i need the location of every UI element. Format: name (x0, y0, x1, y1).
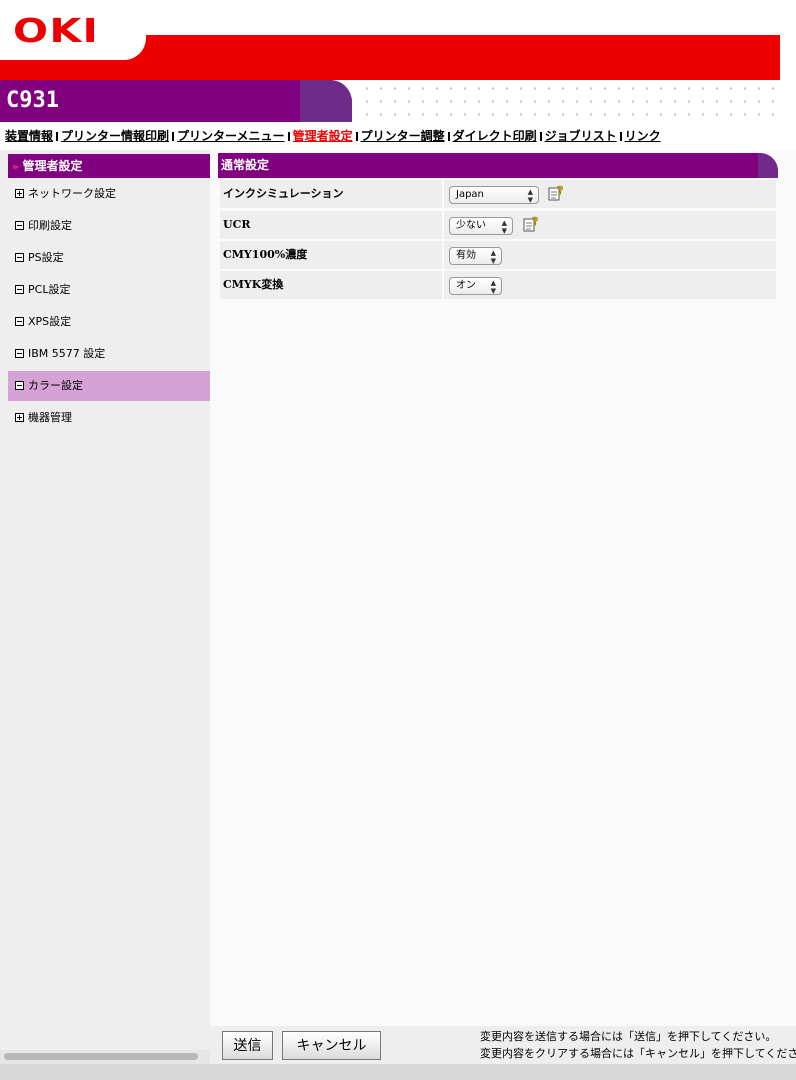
footer-note-submit: 変更内容を送信する場合には「送信」を押下してください。 (480, 1030, 777, 1043)
nav-printer-menu[interactable]: プリンターメニュー (177, 129, 285, 143)
window-bottom-strip (0, 1064, 796, 1080)
select-arrows-icon: ▲ ▼ (527, 188, 533, 204)
footer-bar: 送信 キャンセル 変更内容を送信する場合には「送信」を押下してください。 変更内… (210, 1026, 796, 1064)
setting-label: CMYK変換 (220, 271, 442, 299)
footer-note-cancel: 変更内容をクリアする場合には「キャンセル」を押下してください。 (480, 1047, 796, 1060)
setting-row-ink-simulation: インクシミュレーション Japan ▲ ▼ ? (220, 180, 776, 208)
nav-printer-adjust[interactable]: プリンター調整 (361, 129, 445, 143)
select-arrows-icon: ▲ ▼ (490, 249, 496, 265)
cmyk-conversion-select[interactable]: オン ▲ ▼ (449, 277, 502, 295)
setting-label: UCR (220, 211, 442, 239)
double-chevron-down-icon: » (12, 162, 19, 173)
sidebar-item-device-management[interactable]: 機器管理 (8, 403, 210, 433)
nav-admin-settings[interactable]: 管理者設定 (293, 129, 353, 143)
top-nav: 装置情報 プリンター情報印刷 プリンターメニュー 管理者設定 プリンター調整 ダイレクト印… (5, 127, 661, 145)
nav-device-info[interactable]: 装置情報 (5, 129, 53, 143)
select-arrows-icon: ▲ ▼ (490, 279, 496, 295)
submit-button[interactable]: 送信 (222, 1031, 273, 1060)
section-title: 通常設定 (221, 158, 270, 172)
sidebar: » 管理者設定 ネットワーク設定 印刷設定 PS設定 PCL設定 XPS設定 IB… (0, 150, 210, 1050)
help-note-icon[interactable]: ? (523, 215, 539, 233)
model-name: C931 (6, 88, 59, 113)
collapse-minus-icon (15, 221, 24, 230)
setting-row-cmy100-density: CMY100%濃度 有効 ▲ ▼ (220, 241, 776, 269)
svg-text:?: ? (557, 184, 563, 197)
sidebar-item-xps[interactable]: XPS設定 (8, 307, 210, 337)
oki-logo: OKI (13, 11, 100, 50)
section-header: 通常設定 (218, 153, 778, 178)
expand-plus-icon (15, 189, 24, 198)
dot-pattern (360, 82, 780, 122)
model-bar: C931 (0, 80, 352, 122)
collapse-minus-icon (15, 381, 24, 390)
sidebar-item-ps[interactable]: PS設定 (8, 243, 210, 273)
collapse-minus-icon (15, 317, 24, 326)
collapse-minus-icon (15, 253, 24, 262)
sidebar-header: » 管理者設定 (8, 154, 210, 178)
expand-plus-icon (15, 413, 24, 422)
collapse-minus-icon (15, 285, 24, 294)
logo-tab: OKI (0, 0, 146, 60)
nav-direct-print[interactable]: ダイレクト印刷 (453, 129, 537, 143)
nav-links[interactable]: リンク (625, 129, 661, 143)
main-content: 通常設定 インクシミュレーション Japan ▲ ▼ ? UCR 少ない ▲ ▼… (210, 150, 796, 1026)
sidebar-item-network[interactable]: ネットワーク設定 (8, 179, 210, 209)
svg-text:?: ? (532, 215, 538, 228)
sidebar-horizontal-scrollbar[interactable] (0, 1050, 210, 1064)
nav-job-list[interactable]: ジョブリスト (545, 129, 617, 143)
setting-label: インクシミュレーション (220, 180, 442, 208)
sidebar-item-pcl[interactable]: PCL設定 (8, 275, 210, 305)
page: OKI C931 装置情報 プリンター情報印刷 プリンターメニュー 管理者設定 プリンタ… (0, 0, 796, 1080)
setting-row-ucr: UCR 少ない ▲ ▼ ? (220, 211, 776, 239)
help-note-icon[interactable]: ? (548, 184, 564, 202)
setting-row-cmyk-conversion: CMYK変換 オン ▲ ▼ (220, 271, 776, 299)
sidebar-title: 管理者設定 (22, 159, 83, 173)
nav-printer-info-print[interactable]: プリンター情報印刷 (61, 129, 169, 143)
setting-label: CMY100%濃度 (220, 241, 442, 269)
sidebar-item-color[interactable]: カラー設定 (8, 371, 210, 401)
scrollbar-thumb[interactable] (4, 1053, 198, 1060)
cmy100-density-select[interactable]: 有効 ▲ ▼ (449, 247, 502, 265)
sidebar-item-ibm5577[interactable]: IBM 5577 設定 (8, 339, 210, 369)
ink-simulation-select[interactable]: Japan ▲ ▼ (449, 186, 539, 204)
select-arrows-icon: ▲ ▼ (501, 219, 507, 235)
collapse-minus-icon (15, 349, 24, 358)
ucr-select[interactable]: 少ない ▲ ▼ (449, 217, 513, 235)
cancel-button[interactable]: キャンセル (282, 1031, 381, 1060)
sidebar-item-print[interactable]: 印刷設定 (8, 211, 210, 241)
